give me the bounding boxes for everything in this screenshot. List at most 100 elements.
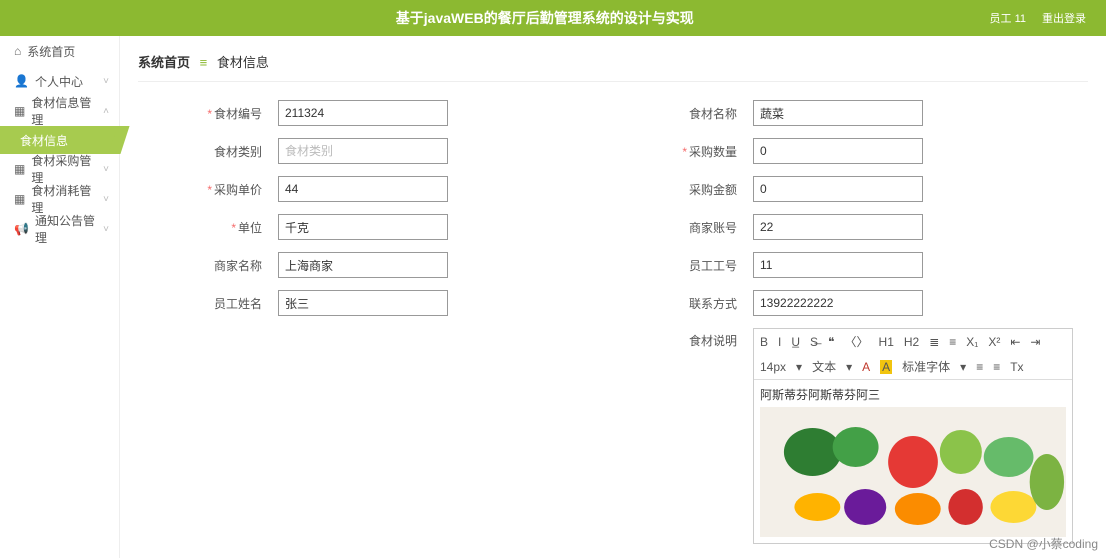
- sidebar-item-label: 食材信息管理: [31, 94, 103, 128]
- block-select[interactable]: 文本: [812, 358, 836, 375]
- dropdown-icon[interactable]: ▾: [796, 360, 802, 374]
- watermark: CSDN @小蔡coding: [989, 535, 1098, 552]
- grid-icon: ▦: [14, 104, 25, 118]
- list-ol-icon[interactable]: ≣: [929, 335, 939, 349]
- breadcrumb: 系统首页 ≡ 食材信息: [138, 46, 1088, 81]
- field-label: 食材编号: [214, 107, 262, 121]
- grid-icon: ▦: [14, 162, 25, 176]
- current-user[interactable]: 员工 11: [990, 10, 1026, 26]
- unit-price-input[interactable]: [278, 176, 448, 202]
- font-family-select[interactable]: 标准字体: [902, 358, 950, 375]
- merchant-account-input[interactable]: [753, 214, 923, 240]
- sidebar: ⌂ 系统首页 👤 个人中心 ˅ ▦ 食材信息管理 ˄ 食材信息 ▦ 食材采购管理…: [0, 36, 120, 558]
- sidebar-sub-label: 食材信息: [20, 132, 68, 149]
- sidebar-item-home[interactable]: ⌂ 系统首页: [0, 36, 119, 66]
- ingredient-no-input[interactable]: [278, 100, 448, 126]
- bold-icon[interactable]: B: [760, 335, 768, 349]
- field-label: 员工工号: [689, 259, 737, 273]
- logout-link[interactable]: 重出登录: [1042, 10, 1086, 26]
- strike-icon[interactable]: S̶: [810, 335, 818, 349]
- staff-no-input[interactable]: [753, 252, 923, 278]
- row-ingredient-name: 食材名称: [613, 100, 1088, 126]
- subscript-icon[interactable]: X₁: [966, 335, 978, 349]
- clear-format-icon[interactable]: Tx: [1010, 360, 1023, 374]
- sidebar-item-label: 个人中心: [35, 73, 103, 90]
- superscript-icon[interactable]: X²: [988, 335, 1000, 349]
- merchant-name-input[interactable]: [278, 252, 448, 278]
- field-label: 采购数量: [689, 145, 737, 159]
- staff-name-input[interactable]: [278, 290, 448, 316]
- row-unit: *单位: [138, 214, 613, 240]
- bg-color-icon[interactable]: A: [880, 360, 892, 374]
- contact-input[interactable]: [753, 290, 923, 316]
- row-unit-price: *采购单价: [138, 176, 613, 202]
- app-title: 基于javaWEB的餐厅后勤管理系统的设计与实现: [100, 8, 990, 28]
- h2-icon[interactable]: H2: [904, 335, 919, 349]
- text-color-icon[interactable]: A: [862, 360, 870, 374]
- row-staff-no: 员工工号: [613, 252, 1088, 278]
- editor-body[interactable]: 阿斯蒂芬阿斯蒂芬阿三: [754, 380, 1072, 543]
- field-label: 联系方式: [689, 297, 737, 311]
- sidebar-item-ingredient-info[interactable]: ▦ 食材信息管理 ˄: [0, 96, 119, 126]
- align-icon[interactable]: ≡: [993, 360, 1000, 374]
- editor-text: 阿斯蒂芬阿斯蒂芬阿三: [760, 386, 1066, 403]
- underline-icon[interactable]: U̲: [791, 335, 800, 349]
- list-ul-icon[interactable]: ≡: [949, 335, 956, 349]
- user-icon: 👤: [14, 74, 29, 88]
- category-input[interactable]: [278, 138, 448, 164]
- sidebar-item-notice[interactable]: 📢 通知公告管理 ˅: [0, 214, 119, 244]
- chevron-down-icon: ˅: [103, 164, 109, 175]
- grid-icon: ▦: [14, 192, 25, 206]
- form: *食材编号 食材类别 *采购单价 *单位 商家名称: [138, 100, 1088, 544]
- breadcrumb-root[interactable]: 系统首页: [138, 55, 190, 70]
- sidebar-item-consume[interactable]: ▦ 食材消耗管理 ˅: [0, 184, 119, 214]
- field-label: 采购金额: [689, 183, 737, 197]
- row-merchant-name: 商家名称: [138, 252, 613, 278]
- field-label: 商家名称: [214, 259, 262, 273]
- field-label: 员工姓名: [214, 297, 262, 311]
- field-label: 食材说明: [689, 334, 737, 348]
- breadcrumb-sep-icon: ≡: [200, 55, 208, 70]
- form-left-column: *食材编号 食材类别 *采购单价 *单位 商家名称: [138, 100, 613, 544]
- indent-icon[interactable]: ⇥: [1030, 335, 1040, 349]
- chevron-down-icon: ˅: [103, 194, 109, 205]
- form-right-column: 食材名称 *采购数量 采购金额 商家账号 员工工号: [613, 100, 1088, 544]
- dropdown-icon[interactable]: ▾: [846, 360, 852, 374]
- italic-icon[interactable]: I: [778, 335, 781, 349]
- divider: [138, 81, 1088, 82]
- dropdown-icon[interactable]: ▾: [960, 360, 966, 374]
- breadcrumb-current: 食材信息: [217, 55, 269, 70]
- chevron-down-icon: ˅: [103, 224, 109, 235]
- field-label: 采购单价: [214, 183, 262, 197]
- quantity-input[interactable]: [753, 138, 923, 164]
- row-description: 食材说明 B I U̲ S̶ ❝ 〈〉 H1 H2: [613, 328, 1088, 544]
- sidebar-item-profile[interactable]: 👤 个人中心 ˅: [0, 66, 119, 96]
- sidebar-item-label: 系统首页: [27, 43, 109, 60]
- ingredient-name-input[interactable]: [753, 100, 923, 126]
- chevron-down-icon: ˅: [103, 76, 109, 87]
- total-input[interactable]: [753, 176, 923, 202]
- quote-icon[interactable]: ❝: [828, 335, 834, 349]
- top-bar: 基于javaWEB的餐厅后勤管理系统的设计与实现 员工 11 重出登录: [0, 0, 1106, 36]
- field-label: 食材类别: [214, 145, 262, 159]
- top-bar-right: 员工 11 重出登录: [990, 10, 1086, 26]
- row-category: 食材类别: [138, 138, 613, 164]
- editor-toolbar: B I U̲ S̶ ❝ 〈〉 H1 H2 ≣ ≡ X₁: [754, 329, 1072, 380]
- unit-input[interactable]: [278, 214, 448, 240]
- row-quantity: *采购数量: [613, 138, 1088, 164]
- sidebar-item-label: 通知公告管理: [35, 212, 103, 246]
- vegetable-image: [760, 407, 1066, 537]
- align-icon[interactable]: ≡: [976, 360, 983, 374]
- row-merchant-account: 商家账号: [613, 214, 1088, 240]
- sidebar-item-label: 食材消耗管理: [31, 182, 103, 216]
- row-total: 采购金额: [613, 176, 1088, 202]
- sidebar-sub-ingredient-info[interactable]: 食材信息: [0, 126, 119, 154]
- field-label: 食材名称: [689, 107, 737, 121]
- outdent-icon[interactable]: ⇤: [1010, 335, 1020, 349]
- row-contact: 联系方式: [613, 290, 1088, 316]
- sidebar-item-purchase[interactable]: ▦ 食材采购管理 ˅: [0, 154, 119, 184]
- row-staff-name: 员工姓名: [138, 290, 613, 316]
- font-size-select[interactable]: 14px: [760, 360, 786, 374]
- h1-icon[interactable]: H1: [879, 335, 894, 349]
- code-icon[interactable]: 〈〉: [845, 333, 869, 350]
